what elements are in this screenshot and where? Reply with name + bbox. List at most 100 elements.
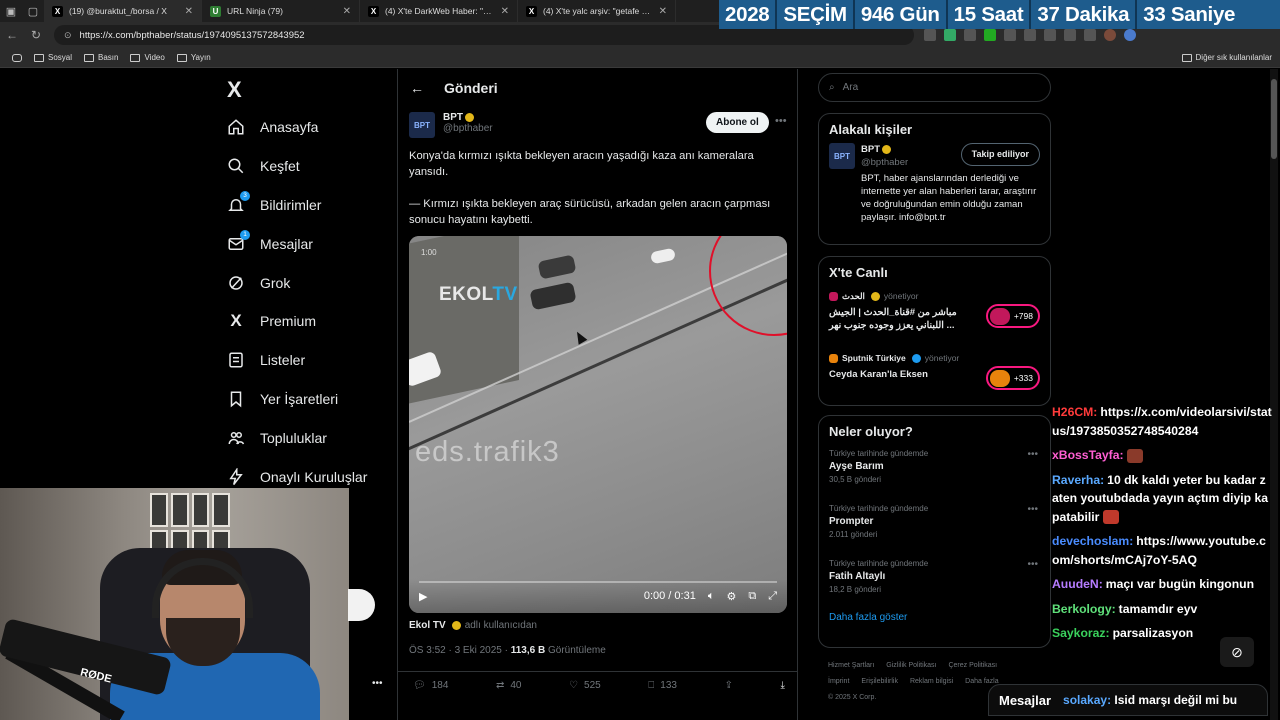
like-button[interactable]: ♡ 525 [569,680,601,691]
footer-link[interactable]: Gizlilik Politikası [886,662,936,669]
fullscreen-icon[interactable]: ⤢ [768,590,777,603]
live-item[interactable]: Sputnik Türkiye yönetiyor Ceyda Karan'la … [819,348,1050,410]
profile-avatar[interactable] [1104,29,1116,41]
workspaces-icon[interactable]: ▣ [0,0,22,22]
nav-communities[interactable]: Topluluklar [226,418,367,457]
following-button[interactable]: Takip ediliyor [960,143,1040,166]
close-tab-icon[interactable]: ✕ [185,6,193,17]
live-thumbnail [989,369,1010,387]
other-bookmarks[interactable]: Diğer sık kullanılanlar [1181,53,1272,62]
nav-explore[interactable]: Keşfet [226,147,367,186]
extension-icon[interactable] [984,29,996,41]
more-options-icon[interactable]: ••• [1027,504,1038,515]
search-input[interactable]: ⌕ Ara [818,73,1051,102]
chat-username: AuudeN: [1052,577,1103,591]
live-item[interactable]: الحدث yönetiyor مباشر من #قناة_الحدث | ال… [819,286,1050,348]
live-title: Ceyda Karan'la Eksen [829,369,928,380]
footer-link[interactable]: Erişilebilirlik [861,678,898,685]
related-person[interactable]: BPT BPT @bpthaber BPT, haber ajanslarınd… [819,143,1050,232]
nav-bookmarks[interactable]: Yer İşaretleri [226,380,367,419]
trend-item[interactable]: Türkiye tarihinde gündemde Fatih Altaylı… [819,555,1050,610]
author-name[interactable]: BPT [443,112,463,123]
settings-gear-icon[interactable]: ⚙︎ [726,590,736,603]
bookmark-button[interactable]: ⎕ 133 [648,680,677,691]
trend-context: Türkiye tarihinde gündemde [829,504,929,513]
more-options-icon[interactable]: ••• [775,115,787,127]
reply-button[interactable]: 💬︎ 184 [413,680,448,691]
browser-tab[interactable]: X (19) @buraktut_/borsa / X ✕ [44,0,202,22]
extension-icon[interactable] [1044,29,1056,41]
nav-home[interactable]: Anasayfa [226,108,367,147]
extension-icon[interactable] [944,29,956,41]
subscribe-button[interactable]: Abone ol [706,112,769,133]
trend-topic: Fatih Altaylı [829,571,886,582]
related-name[interactable]: BPT [861,144,880,155]
video-watermark: eds.trafik3 [415,436,560,468]
x-logo[interactable]: X [227,77,242,103]
live-listeners[interactable]: +798 [985,304,1040,328]
play-icon[interactable]: ▶ [419,590,427,603]
related-avatar[interactable]: BPT [829,143,855,169]
grok-chat-icon[interactable]: ⊘ [1220,637,1254,667]
folder-icon [84,53,95,62]
copilot-icon[interactable] [1124,29,1136,41]
messages-drawer[interactable]: Mesajlar solakay: Isid marşı değil mi bu [988,684,1268,716]
close-tab-icon[interactable]: ✕ [659,6,667,17]
bookmark-folder[interactable]: Sosyal [34,53,72,62]
scrollbar-thumb[interactable] [1271,79,1277,159]
footer-link[interactable]: Çerez Politikası [948,662,997,669]
tab-actions-icon[interactable]: ▢ [22,0,44,22]
extension-icon[interactable] [1024,29,1036,41]
author-avatar[interactable]: BPT [409,112,435,138]
browser-tab[interactable]: U URL Ninja (79) ✕ [202,0,360,22]
post-button-partial[interactable] [348,589,375,621]
site-info-icon[interactable]: ⊙ [64,30,72,41]
close-tab-icon[interactable]: ✕ [501,6,509,17]
footer-link[interactable]: Hizmet Şartları [828,662,874,669]
nav-messages[interactable]: 1 Mesajlar [226,224,367,263]
back-arrow-icon[interactable]: ← [410,80,424,96]
browser-tab[interactable]: X (4) X'te DarkWeb Haber: "Sakarya ✕ [360,0,518,22]
video-player[interactable]: 1:00 EKOLTV eds.trafik3 ▶ 0:00 / 0:31 🔈︎… [409,236,787,613]
account-more-icon[interactable]: ••• [372,678,383,689]
volume-icon[interactable]: 🔈︎ [708,590,715,603]
post-author[interactable]: BPT BPT @bpthaber [409,112,493,138]
extensions-icon[interactable] [1084,29,1096,41]
card-title: Neler oluyor? [829,424,913,439]
bookmark-folder[interactable]: Basın [84,53,118,62]
more-options-icon[interactable]: ••• [1027,559,1038,570]
show-more-link[interactable]: Daha fazla göster [819,610,1050,631]
live-listeners[interactable]: +333 [985,366,1040,390]
download-button[interactable]: ⤓ [781,680,785,691]
browser-tab[interactable]: X (4) X'te yalc arşiv: "getafe haramb ✕ [518,0,676,22]
footer-link[interactable]: İmprint [828,678,849,685]
post-timestamp[interactable]: ÖS 3:52 · 3 Eki 2025 · [409,645,511,656]
bookmark-folder[interactable]: Video [130,53,165,62]
bookmark-toggle-icon[interactable] [12,53,22,62]
nav-notifications[interactable]: 3 Bildirimler [226,186,367,225]
reload-icon[interactable]: ↻ [24,28,48,42]
repost-button[interactable]: ⇄ 40 [496,680,522,691]
share-button[interactable]: ⇪ [725,680,733,691]
bookmark-folder[interactable]: Yayın [176,53,211,62]
trend-item[interactable]: Türkiye tarihinde gündemde Ayşe Barım 30… [819,445,1050,500]
extension-icon[interactable] [964,29,976,41]
footer-link[interactable]: Daha fazla [965,678,998,685]
nav-premium[interactable]: X Premium [226,302,367,341]
author-handle[interactable]: @bpthaber [443,123,493,134]
trend-item[interactable]: Türkiye tarihinde gündemde Prompter 2.01… [819,500,1050,555]
chat-username: H26CM: [1052,405,1098,419]
extension-icon[interactable] [1004,29,1016,41]
picture-in-picture-icon[interactable]: ⧉ [748,590,756,603]
close-tab-icon[interactable]: ✕ [343,6,351,17]
footer-link[interactable]: Reklam bilgisi [910,678,953,685]
favorites-icon[interactable] [1064,29,1076,41]
source-name[interactable]: Ekol TV [409,620,446,631]
trend-topic: Prompter [829,516,874,527]
nav-grok[interactable]: Grok [226,263,367,302]
extension-icon[interactable] [924,29,936,41]
video-overlay-time: 1:00 [421,248,437,257]
back-icon[interactable]: ← [0,28,24,42]
nav-lists[interactable]: Listeler [226,341,367,380]
more-options-icon[interactable]: ••• [1027,449,1038,460]
